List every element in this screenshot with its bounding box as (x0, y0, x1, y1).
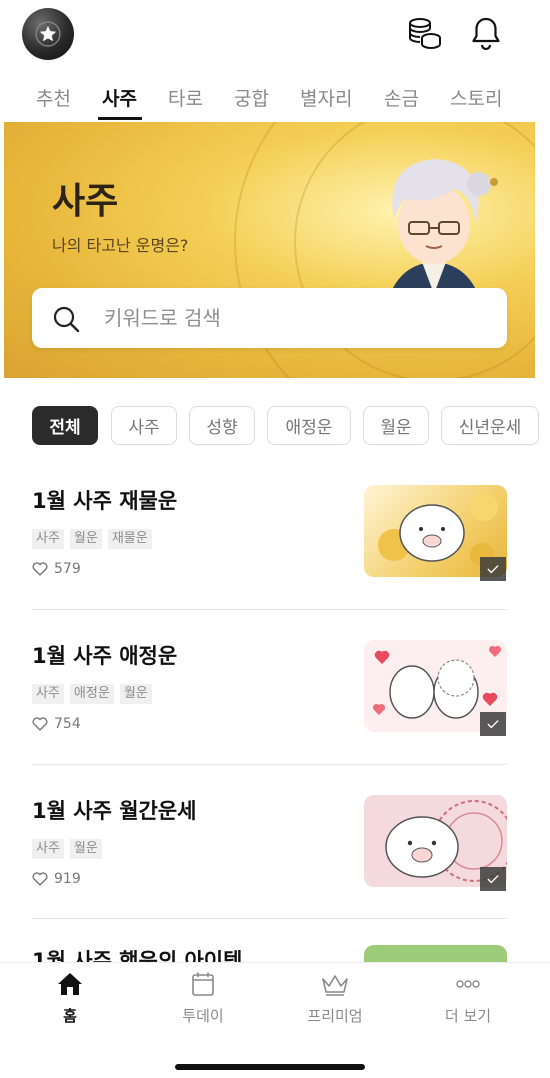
tag: 애정운 (69, 684, 114, 704)
coins-button[interactable] (404, 14, 444, 54)
tag: 사주 (32, 684, 64, 704)
tab-palmistry[interactable]: 손금 (384, 84, 419, 111)
hero-subtitle: 나의 타고난 운명은? (52, 236, 189, 255)
nav-label: 프리미엄 (307, 1007, 363, 1025)
notifications-button[interactable] (468, 14, 504, 54)
item-title: 1월 사주 애정운 (32, 644, 178, 668)
home-icon (58, 973, 82, 995)
list-item[interactable]: 1월 사주 재물운 사주 월운 재물운 579 (32, 485, 507, 640)
heart-icon (32, 562, 48, 576)
item-tags: 사주 애정운 월운 (32, 684, 152, 706)
divider (32, 609, 507, 610)
nav-more[interactable]: 더 보기 (408, 963, 528, 1035)
tag: 월운 (69, 529, 102, 549)
bell-icon (472, 17, 500, 51)
chip-new-year[interactable]: 신년운세 (441, 406, 539, 445)
calendar-icon (192, 972, 214, 996)
like-count: 919 (32, 871, 81, 887)
read-badge (480, 557, 506, 581)
chip-monthly[interactable]: 월운 (363, 406, 429, 445)
tag: 사주 (32, 529, 64, 549)
coins-icon (409, 18, 441, 50)
check-icon (487, 875, 499, 884)
divider (32, 918, 507, 919)
search-icon (53, 306, 80, 333)
tab-compatibility[interactable]: 궁합 (234, 84, 269, 111)
like-count: 579 (32, 561, 81, 577)
check-icon (487, 720, 499, 729)
hero-title: 사주 (52, 181, 119, 222)
like-count-value: 579 (54, 561, 81, 577)
nav-label: 더 보기 (444, 1007, 492, 1025)
item-tags: 사주 월운 재물운 (32, 529, 152, 551)
heart-icon (32, 717, 48, 731)
filter-chips: 전체 사주 성향 애정운 월운 신년운세 (0, 406, 550, 446)
nav-today[interactable]: 투데이 (143, 963, 263, 1035)
search-bar[interactable] (32, 288, 507, 348)
tag: 월운 (69, 839, 102, 859)
chip-saju[interactable]: 사주 (111, 406, 177, 445)
tab-saju[interactable]: 사주 (102, 84, 137, 111)
read-badge (480, 712, 506, 736)
chip-all[interactable]: 전체 (32, 406, 98, 445)
star-badge-icon (35, 21, 61, 47)
read-badge (480, 867, 506, 891)
top-bar (0, 0, 550, 72)
chip-love[interactable]: 애정운 (267, 406, 351, 445)
nav-label: 홈 (63, 1007, 77, 1025)
like-count-value: 754 (54, 716, 81, 732)
nav-label: 투데이 (182, 1007, 224, 1025)
search-input[interactable] (104, 302, 484, 334)
tag: 재물운 (107, 529, 152, 549)
home-indicator[interactable] (175, 1064, 365, 1070)
item-title: 1월 사주 행운의 아이템 (32, 949, 243, 962)
list-item[interactable]: 1월 사주 애정운 사주 애정운 월운 754 (32, 640, 507, 795)
more-icon (456, 980, 480, 988)
item-thumbnail (364, 945, 507, 962)
tag: 사주 (32, 839, 64, 859)
check-icon (487, 565, 499, 574)
item-tags: 사주 월운 (32, 839, 102, 861)
item-title: 1월 사주 재물운 (32, 489, 178, 513)
heart-icon (32, 872, 48, 886)
like-count-value: 919 (54, 871, 81, 887)
chip-personality[interactable]: 성향 (189, 406, 255, 445)
tab-story[interactable]: 스토리 (450, 84, 502, 111)
tab-tarot[interactable]: 타로 (168, 84, 203, 111)
active-tab-indicator (98, 117, 142, 120)
bottom-navigation: 홈 투데이 프리미엄 더 보기 (0, 962, 550, 1078)
category-tabs: 추천 사주 타로 궁합 별자리 손금 스토리 (0, 76, 550, 122)
nav-premium[interactable]: 프리미엄 (275, 963, 395, 1035)
divider (32, 764, 507, 765)
list-item[interactable]: 1월 사주 행운의 아이템 (32, 945, 507, 962)
tag: 월운 (119, 684, 152, 704)
tab-recommended[interactable]: 추천 (36, 84, 71, 111)
item-title: 1월 사주 월간운세 (32, 799, 197, 823)
crown-icon (322, 975, 348, 996)
like-count: 754 (32, 716, 81, 732)
tab-constellation[interactable]: 별자리 (300, 84, 352, 111)
list-item[interactable]: 1월 사주 월간운세 사주 월운 919 (32, 795, 507, 950)
nav-home[interactable]: 홈 (10, 963, 130, 1035)
profile-avatar[interactable] (22, 8, 74, 60)
